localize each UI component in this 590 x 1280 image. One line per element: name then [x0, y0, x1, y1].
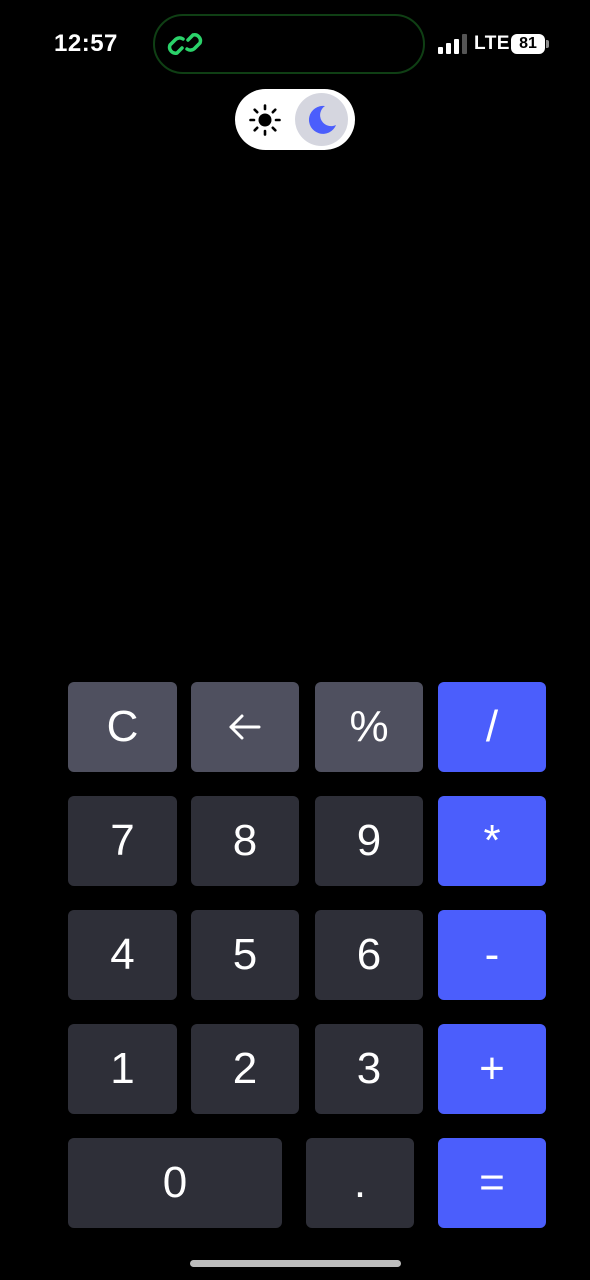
- digit-4-button[interactable]: 4: [68, 910, 177, 1000]
- digit-7-button[interactable]: 7: [68, 796, 177, 886]
- status-time: 12:57: [54, 30, 118, 57]
- calculator-screen: 12:57 LTE 81 C % / 7 8 9 * 4 5 6 - 1 2 3…: [0, 0, 590, 1280]
- decimal-point-button[interactable]: .: [306, 1138, 414, 1228]
- digit-2-button[interactable]: 2: [191, 1024, 299, 1114]
- arrow-left-icon: [229, 714, 261, 740]
- battery-tip: [546, 40, 549, 48]
- digit-8-button[interactable]: 8: [191, 796, 299, 886]
- backspace-button[interactable]: [191, 682, 299, 772]
- signal-icon: [438, 34, 467, 54]
- digit-1-button[interactable]: 1: [68, 1024, 177, 1114]
- divide-button[interactable]: /: [438, 682, 546, 772]
- subtract-button[interactable]: -: [438, 910, 546, 1000]
- dynamic-island[interactable]: [153, 14, 425, 74]
- multiply-button[interactable]: *: [438, 796, 546, 886]
- network-label: LTE: [474, 33, 510, 54]
- sun-icon[interactable]: [249, 104, 281, 136]
- add-button[interactable]: +: [438, 1024, 546, 1114]
- moon-icon: [308, 105, 336, 134]
- keypad: C % / 7 8 9 * 4 5 6 - 1 2 3 + 0 . =: [68, 682, 546, 1229]
- digit-6-button[interactable]: 6: [315, 910, 423, 1000]
- equals-button[interactable]: =: [438, 1138, 546, 1228]
- battery-level: 81: [519, 35, 537, 52]
- dark-mode-knob[interactable]: [295, 93, 348, 146]
- home-indicator[interactable]: [190, 1260, 401, 1267]
- digit-9-button[interactable]: 9: [315, 796, 423, 886]
- theme-toggle[interactable]: [235, 89, 355, 150]
- percent-button[interactable]: %: [315, 682, 423, 772]
- digit-5-button[interactable]: 5: [191, 910, 299, 1000]
- digit-3-button[interactable]: 3: [315, 1024, 423, 1114]
- link-icon: [167, 33, 203, 55]
- digit-0-button[interactable]: 0: [68, 1138, 282, 1228]
- battery-icon: 81: [511, 34, 545, 54]
- clear-button[interactable]: C: [68, 682, 177, 772]
